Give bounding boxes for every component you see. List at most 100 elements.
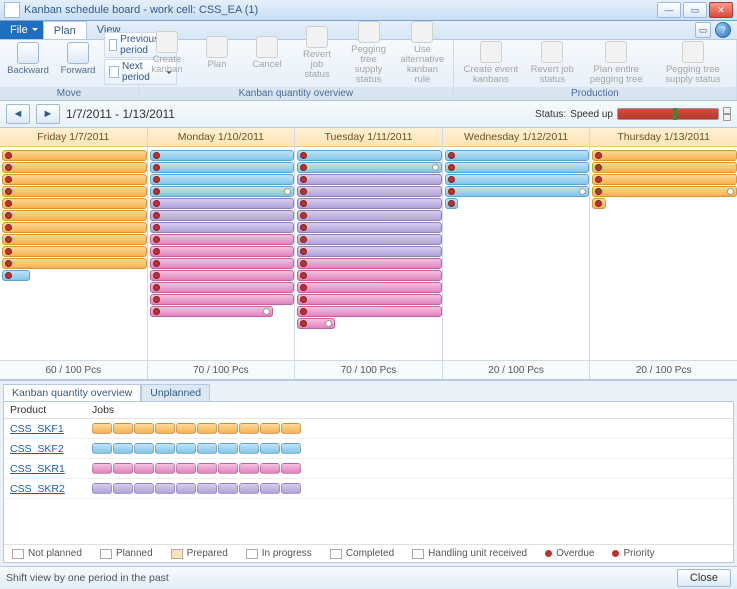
kanban-bar[interactable] xyxy=(297,270,442,281)
kanban-bar[interactable] xyxy=(297,318,335,329)
job-chip[interactable] xyxy=(155,463,175,474)
kanban-bar[interactable] xyxy=(150,198,295,209)
kanban-bar[interactable] xyxy=(2,222,147,233)
kanban-bar[interactable] xyxy=(297,198,442,209)
kanban-bar[interactable] xyxy=(592,186,737,197)
kanban-bar[interactable] xyxy=(297,294,442,305)
nav-prev-button[interactable]: ◄ xyxy=(6,104,30,124)
kanban-bar[interactable] xyxy=(2,162,147,173)
job-chip[interactable] xyxy=(281,443,301,454)
kanban-bar[interactable] xyxy=(592,150,737,161)
job-chip[interactable] xyxy=(92,483,112,494)
job-chip[interactable] xyxy=(155,423,175,434)
kanban-bar[interactable] xyxy=(297,282,442,293)
kanban-bar[interactable] xyxy=(297,222,442,233)
kanban-bar[interactable] xyxy=(297,210,442,221)
kanban-bar[interactable] xyxy=(297,306,442,317)
backward-button[interactable]: Backward xyxy=(4,42,52,76)
kanban-bar[interactable] xyxy=(297,162,442,173)
job-chip[interactable] xyxy=(134,443,154,454)
kanban-bar[interactable] xyxy=(445,150,590,161)
job-chip[interactable] xyxy=(92,463,112,474)
menu-file[interactable]: File xyxy=(0,21,43,39)
kanban-bar[interactable] xyxy=(150,270,295,281)
job-chip[interactable] xyxy=(134,423,154,434)
job-chip[interactable] xyxy=(281,463,301,474)
job-chip[interactable] xyxy=(176,463,196,474)
forward-button[interactable]: Forward xyxy=(54,42,102,76)
job-chip[interactable] xyxy=(281,423,301,434)
tab-kanban-overview[interactable]: Kanban quantity overview xyxy=(3,384,141,401)
kanban-bar[interactable] xyxy=(150,306,273,317)
job-chip[interactable] xyxy=(176,483,196,494)
product-link[interactable]: CSS_SKF2 xyxy=(10,443,64,455)
kanban-bar[interactable] xyxy=(445,174,590,185)
kanban-bar[interactable] xyxy=(150,282,295,293)
job-chip[interactable] xyxy=(197,483,217,494)
cancel-button[interactable]: Cancel xyxy=(243,36,291,70)
job-chip[interactable] xyxy=(176,423,196,434)
kanban-bar[interactable] xyxy=(150,186,295,197)
plan-pegging-tree-button[interactable]: Plan entire pegging tree xyxy=(581,41,652,85)
kanban-bar[interactable] xyxy=(2,270,30,281)
kanban-bar[interactable] xyxy=(297,234,442,245)
job-chip[interactable] xyxy=(197,443,217,454)
kanban-bar[interactable] xyxy=(150,246,295,257)
kanban-bar[interactable] xyxy=(150,234,295,245)
kanban-bar[interactable] xyxy=(445,198,458,209)
kanban-bar[interactable] xyxy=(445,186,590,197)
kanban-bar[interactable] xyxy=(445,162,590,173)
prod-revert-job-button[interactable]: Revert job status xyxy=(526,41,579,85)
pegging-supply-status-button[interactable]: Pegging tree supply status xyxy=(343,21,394,85)
kanban-bar[interactable] xyxy=(2,258,147,269)
window-close-button[interactable]: ✕ xyxy=(709,2,733,18)
close-button[interactable]: Close xyxy=(677,569,731,587)
alt-kanban-rule-button[interactable]: Use alternative kanban rule xyxy=(396,21,449,85)
kanban-bar[interactable] xyxy=(2,186,147,197)
job-chip[interactable] xyxy=(218,423,238,434)
help-icon[interactable]: ? xyxy=(715,22,731,38)
job-chip[interactable] xyxy=(260,443,280,454)
kanban-bar[interactable] xyxy=(150,174,295,185)
kanban-bar[interactable] xyxy=(150,162,295,173)
tab-unplanned[interactable]: Unplanned xyxy=(141,384,210,401)
revert-job-status-button[interactable]: Revert job status xyxy=(293,26,341,80)
job-chip[interactable] xyxy=(239,443,259,454)
kanban-bar[interactable] xyxy=(592,198,605,209)
kanban-bar[interactable] xyxy=(150,294,295,305)
product-link[interactable]: CSS_SKR1 xyxy=(10,463,65,475)
kanban-bar[interactable] xyxy=(297,186,442,197)
job-chip[interactable] xyxy=(92,443,112,454)
job-chip[interactable] xyxy=(134,463,154,474)
job-chip[interactable] xyxy=(113,423,133,434)
prod-pegging-supply-button[interactable]: Pegging tree supply status xyxy=(654,41,732,85)
job-chip[interactable] xyxy=(239,483,259,494)
job-chip[interactable] xyxy=(260,483,280,494)
job-chip[interactable] xyxy=(281,483,301,494)
maximize-button[interactable]: ▭ xyxy=(683,2,707,18)
kanban-bar[interactable] xyxy=(297,150,442,161)
kanban-bar[interactable] xyxy=(2,234,147,245)
job-chip[interactable] xyxy=(218,463,238,474)
create-kanban-button[interactable]: Create kanban xyxy=(143,31,191,75)
kanban-bar[interactable] xyxy=(150,258,295,269)
product-link[interactable]: CSS_SKR2 xyxy=(10,483,65,495)
kanban-bar[interactable] xyxy=(592,162,737,173)
status-spinner[interactable] xyxy=(723,107,731,121)
create-event-kanbans-button[interactable]: Create event kanbans xyxy=(458,41,524,85)
job-chip[interactable] xyxy=(155,443,175,454)
job-chip[interactable] xyxy=(239,423,259,434)
nav-next-button[interactable]: ► xyxy=(36,104,60,124)
job-chip[interactable] xyxy=(113,483,133,494)
kanban-bar[interactable] xyxy=(150,150,295,161)
kanban-bar[interactable] xyxy=(2,210,147,221)
job-chip[interactable] xyxy=(176,443,196,454)
kanban-bar[interactable] xyxy=(2,174,147,185)
job-chip[interactable] xyxy=(155,483,175,494)
product-link[interactable]: CSS_SKF1 xyxy=(10,423,64,435)
plan-button[interactable]: Plan xyxy=(193,36,241,70)
job-chip[interactable] xyxy=(113,443,133,454)
kanban-bar[interactable] xyxy=(2,198,147,209)
job-chip[interactable] xyxy=(260,463,280,474)
kanban-bar[interactable] xyxy=(2,150,147,161)
